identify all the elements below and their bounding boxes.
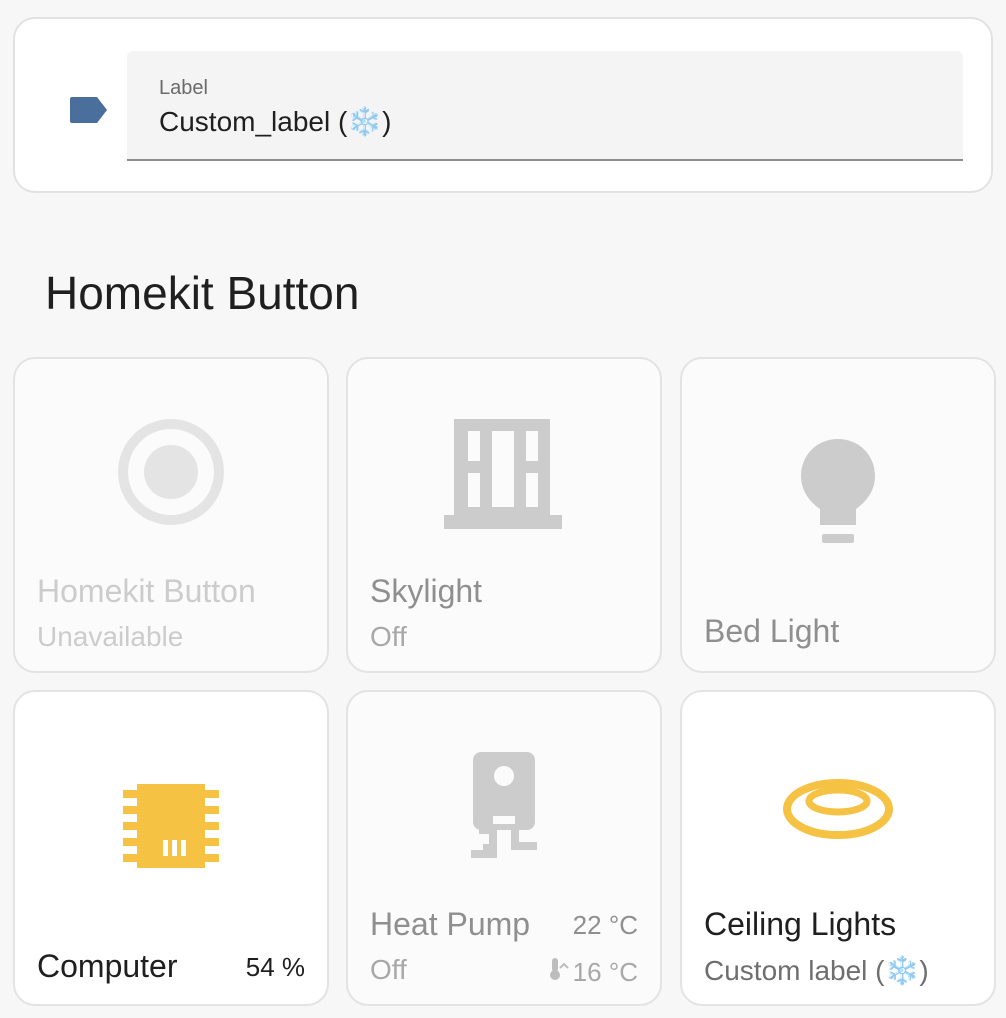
tile-secondary: 16 °C <box>547 956 638 989</box>
tile-state: Custom label (❄️) <box>704 955 929 986</box>
tile-skylight[interactable]: Skylight Off <box>346 357 662 673</box>
lightbulb-icon <box>682 437 994 549</box>
tile-secondary-value: 16 °C <box>572 957 638 987</box>
tile-name: Heat Pump <box>370 906 531 942</box>
tile-name: Ceiling Lights <box>704 906 897 942</box>
section-title: Homekit Button <box>45 267 360 319</box>
tile-value: 54 % <box>245 952 305 982</box>
tile-computer[interactable]: Computer 54 % <box>13 690 329 1006</box>
tile-name: Bed Light <box>704 613 840 649</box>
ceiling-ring-light-icon <box>682 778 994 840</box>
tile-state: Off <box>370 621 407 652</box>
tile-ceiling-lights[interactable]: Ceiling Lights Custom label (❄️) <box>680 690 996 1006</box>
tile-value: 22 °C <box>572 910 638 940</box>
label-input-label: Label <box>159 77 208 99</box>
tile-state: Unavailable <box>37 621 184 652</box>
label-card: Label Custom_label (❄️) <box>13 17 993 193</box>
window-icon <box>348 417 660 533</box>
radiobox-marked-icon <box>15 417 327 527</box>
label-input-value[interactable]: Custom_label (❄️) <box>159 105 392 138</box>
tile-state: Off <box>370 954 407 985</box>
thermometer-icon <box>547 956 569 989</box>
tile-name: Computer <box>37 948 178 984</box>
chip-icon <box>15 782 327 870</box>
tile-heat-pump[interactable]: Heat Pump 22 °C Off 16 °C <box>346 690 662 1006</box>
tile-name: Homekit Button <box>37 573 256 609</box>
tile-bed-light[interactable]: Bed Light <box>680 357 996 673</box>
label-input[interactable]: Label Custom_label (❄️) <box>127 51 963 161</box>
tile-homekit-button[interactable]: Homekit Button Unavailable <box>13 357 329 673</box>
heat-pump-icon <box>348 750 660 862</box>
tag-icon <box>69 95 109 130</box>
tile-name: Skylight <box>370 573 483 609</box>
